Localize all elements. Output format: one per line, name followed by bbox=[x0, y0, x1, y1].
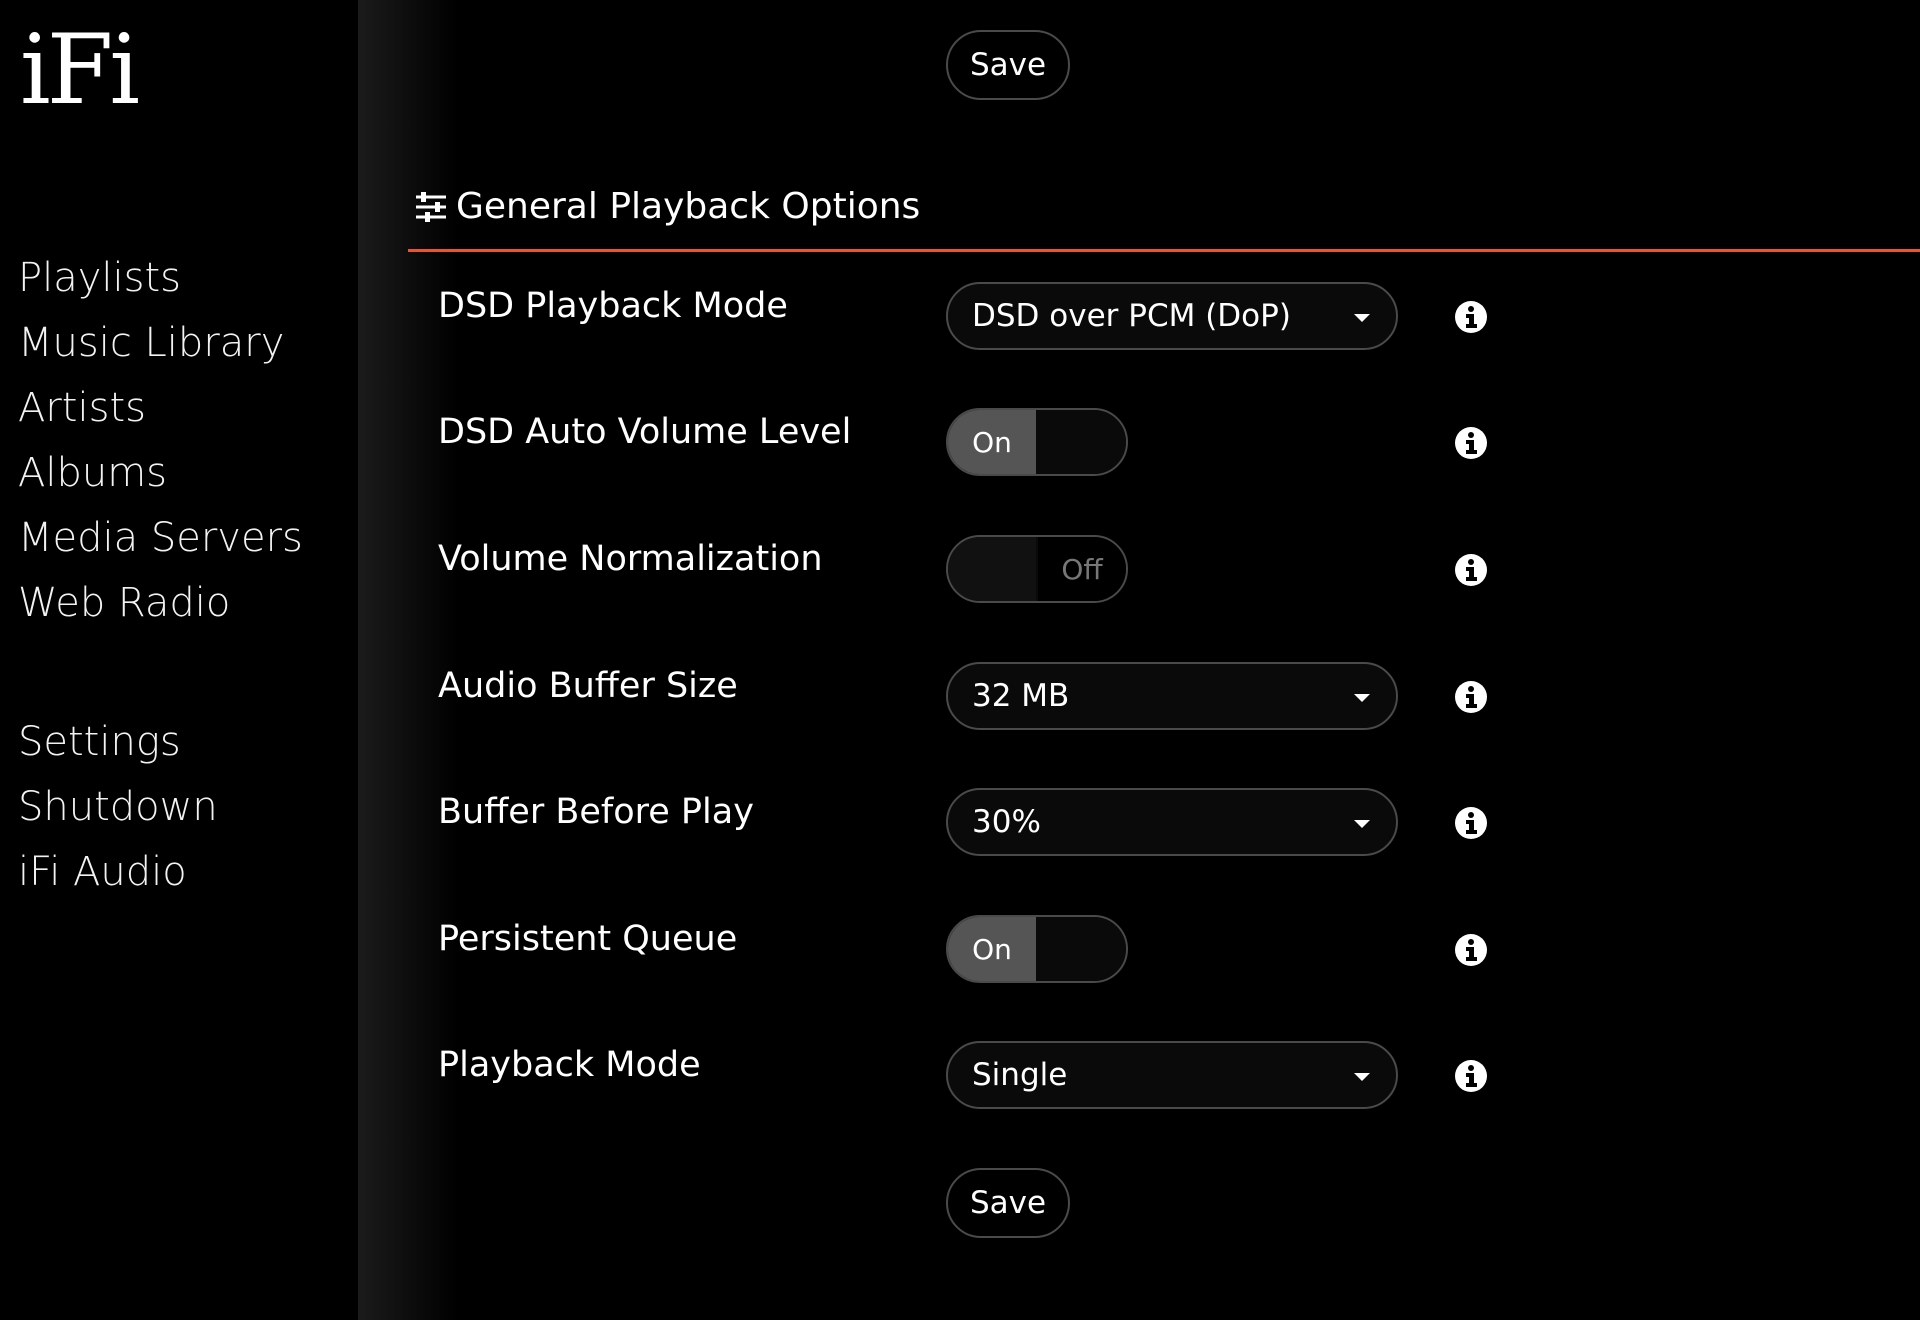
sidebar-item-web-radio[interactable]: Web Radio bbox=[18, 571, 303, 636]
sidebar-item-settings[interactable]: Settings bbox=[18, 710, 218, 775]
ifi-logo[interactable]: iFi bbox=[20, 22, 140, 118]
caret-down-icon bbox=[1354, 694, 1370, 702]
primary-nav: Playlists Music Library Artists Albums M… bbox=[18, 246, 303, 636]
sidebar-item-music-library[interactable]: Music Library bbox=[18, 311, 303, 376]
setting-label: Persistent Queue bbox=[438, 919, 738, 959]
select-value: Single bbox=[972, 1057, 1068, 1093]
setting-label: DSD Auto Volume Level bbox=[438, 412, 852, 452]
setting-row-buffer-before-play: Buffer Before Play 30% bbox=[358, 788, 1487, 858]
section-header: General Playback Options bbox=[414, 186, 920, 227]
setting-row-dsd-auto-volume: DSD Auto Volume Level On bbox=[358, 408, 1487, 478]
caret-down-icon bbox=[1354, 1073, 1370, 1081]
playback-mode-select[interactable]: Single bbox=[946, 1041, 1398, 1109]
sidebar-item-artists[interactable]: Artists bbox=[18, 376, 303, 441]
sidebar-item-albums[interactable]: Albums bbox=[18, 441, 303, 506]
settings-panel: Save General Playback Options DSD Playba… bbox=[358, 0, 1920, 1320]
setting-row-playback-mode: Playback Mode Single bbox=[358, 1041, 1487, 1111]
setting-row-volume-normalization: Volume Normalization Off bbox=[358, 535, 1487, 605]
sliders-icon bbox=[416, 191, 446, 222]
info-circle-icon[interactable] bbox=[1454, 553, 1488, 587]
dsd-playback-mode-select[interactable]: DSD over PCM (DoP) bbox=[946, 282, 1398, 350]
sidebar-item-media-servers[interactable]: Media Servers bbox=[18, 506, 303, 571]
toggle-knob bbox=[1038, 917, 1126, 981]
dsd-auto-volume-toggle[interactable]: On bbox=[946, 408, 1128, 476]
select-value: DSD over PCM (DoP) bbox=[972, 298, 1291, 334]
sidebar-item-playlists[interactable]: Playlists bbox=[18, 246, 303, 311]
toggle-state-label: On bbox=[948, 410, 1036, 474]
info-circle-icon[interactable] bbox=[1454, 933, 1488, 967]
info-circle-icon[interactable] bbox=[1454, 806, 1488, 840]
select-value: 30% bbox=[972, 804, 1041, 840]
setting-label: Audio Buffer Size bbox=[438, 666, 738, 706]
caret-down-icon bbox=[1354, 314, 1370, 322]
secondary-nav: Settings Shutdown iFi Audio bbox=[18, 710, 218, 905]
setting-label: Buffer Before Play bbox=[438, 792, 754, 832]
setting-row-dsd-playback-mode: DSD Playback Mode DSD over PCM (DoP) bbox=[358, 282, 1487, 352]
save-button-top[interactable]: Save bbox=[946, 30, 1070, 100]
section-divider bbox=[408, 249, 1920, 252]
select-value: 32 MB bbox=[972, 678, 1070, 714]
volume-normalization-toggle[interactable]: Off bbox=[946, 535, 1128, 603]
toggle-state-label: Off bbox=[1038, 537, 1126, 601]
persistent-queue-toggle[interactable]: On bbox=[946, 915, 1128, 983]
info-circle-icon[interactable] bbox=[1454, 426, 1488, 460]
info-circle-icon[interactable] bbox=[1454, 680, 1488, 714]
setting-label: Playback Mode bbox=[438, 1045, 701, 1085]
info-circle-icon[interactable] bbox=[1454, 300, 1488, 334]
setting-row-audio-buffer-size: Audio Buffer Size 32 MB bbox=[358, 662, 1487, 732]
buffer-before-play-select[interactable]: 30% bbox=[946, 788, 1398, 856]
toggle-state-label: On bbox=[948, 917, 1036, 981]
save-button-bottom[interactable]: Save bbox=[946, 1168, 1070, 1238]
sidebar-item-shutdown[interactable]: Shutdown bbox=[18, 775, 218, 840]
info-circle-icon[interactable] bbox=[1454, 1059, 1488, 1093]
setting-label: Volume Normalization bbox=[438, 539, 823, 579]
setting-label: DSD Playback Mode bbox=[438, 286, 788, 326]
sidebar-item-ifi-audio[interactable]: iFi Audio bbox=[18, 840, 218, 905]
caret-down-icon bbox=[1354, 820, 1370, 828]
sidebar: iFi Playlists Music Library Artists Albu… bbox=[0, 0, 358, 1320]
toggle-knob bbox=[1038, 410, 1126, 474]
section-title: General Playback Options bbox=[456, 186, 921, 227]
setting-row-persistent-queue: Persistent Queue On bbox=[358, 915, 1487, 985]
toggle-knob bbox=[948, 537, 1036, 601]
audio-buffer-size-select[interactable]: 32 MB bbox=[946, 662, 1398, 730]
